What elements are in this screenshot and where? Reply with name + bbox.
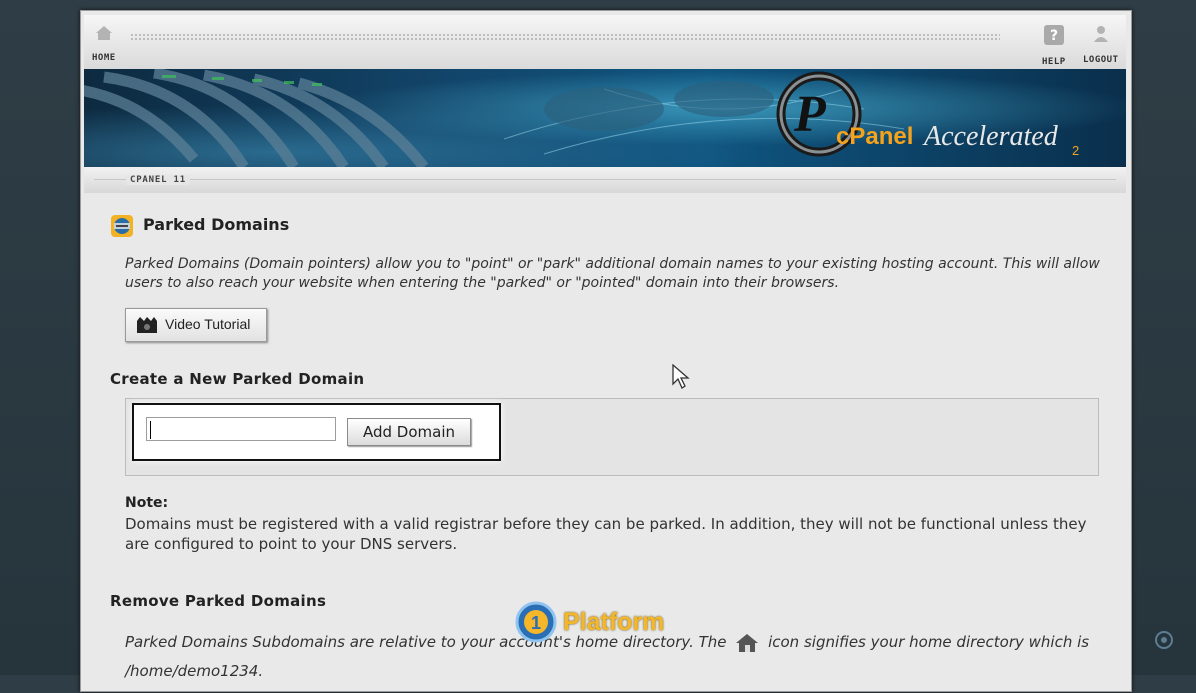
- page-title: Parked Domains: [143, 215, 290, 234]
- cpanel-banner: P cPanel Accelerated 2: [84, 69, 1126, 167]
- brand-version: 2: [1072, 143, 1080, 158]
- logout-label: LOGOUT: [1083, 55, 1119, 65]
- video-tutorial-label: Video Tutorial: [165, 316, 251, 332]
- decorative-dots: [130, 33, 1000, 41]
- parked-domains-icon: [111, 215, 133, 237]
- note-text: Domains must be registered with a valid …: [125, 515, 1087, 553]
- help-button[interactable]: ? HELP: [1042, 25, 1066, 68]
- help-label: HELP: [1042, 57, 1066, 67]
- svg-text:?: ?: [1050, 28, 1058, 44]
- platform-watermark: Platform: [563, 608, 665, 636]
- platform-logo-icon: 1: [515, 601, 557, 643]
- note-heading: Note:: [125, 495, 169, 511]
- add-domain-form: Add Domain: [132, 403, 501, 461]
- remove-section-heading: Remove Parked Domains: [110, 592, 327, 610]
- home-icon: [95, 26, 112, 40]
- home-directory-icon: [736, 633, 759, 652]
- video-tutorial-button[interactable]: Video Tutorial: [125, 308, 267, 342]
- user-icon: [1093, 26, 1108, 42]
- top-navigation-bar: HOME ? HELP LOGOUT: [84, 15, 1126, 69]
- logout-button[interactable]: LOGOUT: [1083, 25, 1119, 66]
- add-domain-button[interactable]: Add Domain: [347, 418, 471, 446]
- cpanel-page: HOME ? HELP LOGOUT P cPanel Accelerated …: [80, 10, 1132, 692]
- home-button[interactable]: HOME: [92, 25, 116, 64]
- brand-accelerated: Accelerated: [924, 121, 1058, 152]
- home-label: HOME: [92, 53, 116, 63]
- svg-text:P: P: [793, 86, 827, 143]
- create-section-heading: Create a New Parked Domain: [110, 370, 365, 388]
- text-caret: [150, 421, 151, 439]
- brand-cpanel: cPanel: [836, 123, 914, 150]
- help-icon: ?: [1043, 25, 1064, 45]
- breadcrumb-bar: CPANEL 11: [84, 167, 1126, 193]
- video-camera-icon: [137, 317, 157, 333]
- new-domain-input[interactable]: [146, 417, 336, 441]
- breadcrumb[interactable]: CPANEL 11: [126, 175, 190, 185]
- corner-logo-icon: [1155, 631, 1173, 649]
- mouse-cursor-icon: [672, 364, 690, 389]
- intro-text: Parked Domains (Domain pointers) allow y…: [125, 256, 1100, 291]
- svg-text:1: 1: [531, 613, 541, 633]
